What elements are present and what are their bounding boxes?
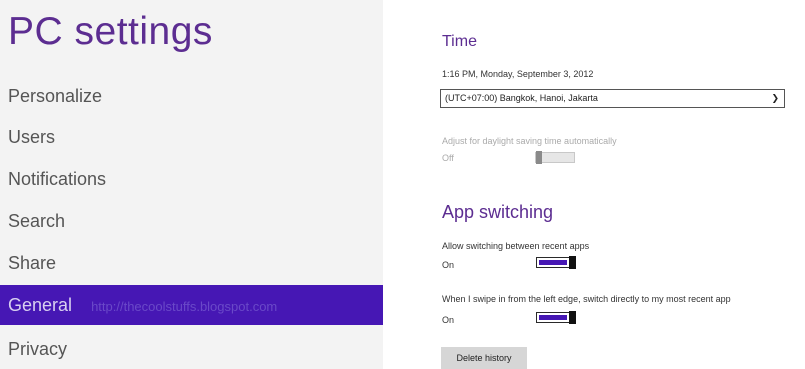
swipe-toggle[interactable]	[536, 311, 576, 324]
watermark-text: http://thecoolstuffs.blogspot.com	[91, 299, 278, 314]
dst-toggle[interactable]	[535, 151, 575, 164]
chevron-down-icon: ❯	[771, 93, 779, 103]
nav-item-search[interactable]: Search	[0, 201, 383, 241]
toggle-track	[539, 260, 567, 265]
swipe-label: When I swipe in from the left edge, swit…	[442, 294, 731, 304]
nav-item-label: Users	[8, 127, 56, 147]
timezone-select[interactable]: (UTC+07:00) Bangkok, Hanoi, Jakarta ❯	[440, 89, 785, 108]
nav-item-label: Privacy	[8, 339, 68, 359]
nav-item-users[interactable]: Users	[0, 117, 383, 157]
swipe-state: On	[442, 315, 455, 325]
nav-item-label: Personalize	[8, 86, 103, 106]
nav-item-privacy[interactable]: Privacy	[0, 329, 383, 369]
app-title: PC settings	[8, 10, 213, 53]
nav-item-label: Share	[8, 253, 57, 273]
sidebar: PC settings Personalize Users Notificati…	[0, 0, 383, 369]
nav-item-label: Search	[8, 211, 66, 231]
nav-item-share[interactable]: Share	[0, 243, 383, 283]
nav-item-personalize[interactable]: Personalize	[0, 76, 383, 116]
recent-apps-toggle[interactable]	[536, 256, 576, 269]
toggle-thumb	[569, 311, 576, 324]
toggle-track	[539, 315, 567, 320]
current-time: 1:16 PM, Monday, September 3, 2012	[442, 69, 594, 79]
dst-state: Off	[442, 153, 454, 163]
nav-item-notifications[interactable]: Notifications	[0, 159, 383, 199]
toggle-thumb	[536, 151, 542, 164]
recent-apps-state: On	[442, 260, 455, 270]
nav-item-label: General	[8, 295, 73, 315]
recent-apps-label: Allow switching between recent apps	[442, 241, 590, 251]
timezone-value: (UTC+07:00) Bangkok, Hanoi, Jakarta	[445, 93, 598, 103]
toggle-thumb	[569, 256, 576, 269]
settings-content: Time 1:16 PM, Monday, September 3, 2012 …	[383, 0, 805, 369]
dst-label: Adjust for daylight saving time automati…	[442, 136, 617, 146]
time-heading: Time	[442, 33, 477, 50]
nav-item-label: Notifications	[8, 169, 107, 189]
nav-item-general[interactable]: General http://thecoolstuffs.blogspot.co…	[0, 285, 383, 325]
app-switching-heading: App switching	[442, 202, 554, 222]
delete-history-button[interactable]: Delete history	[441, 347, 527, 369]
